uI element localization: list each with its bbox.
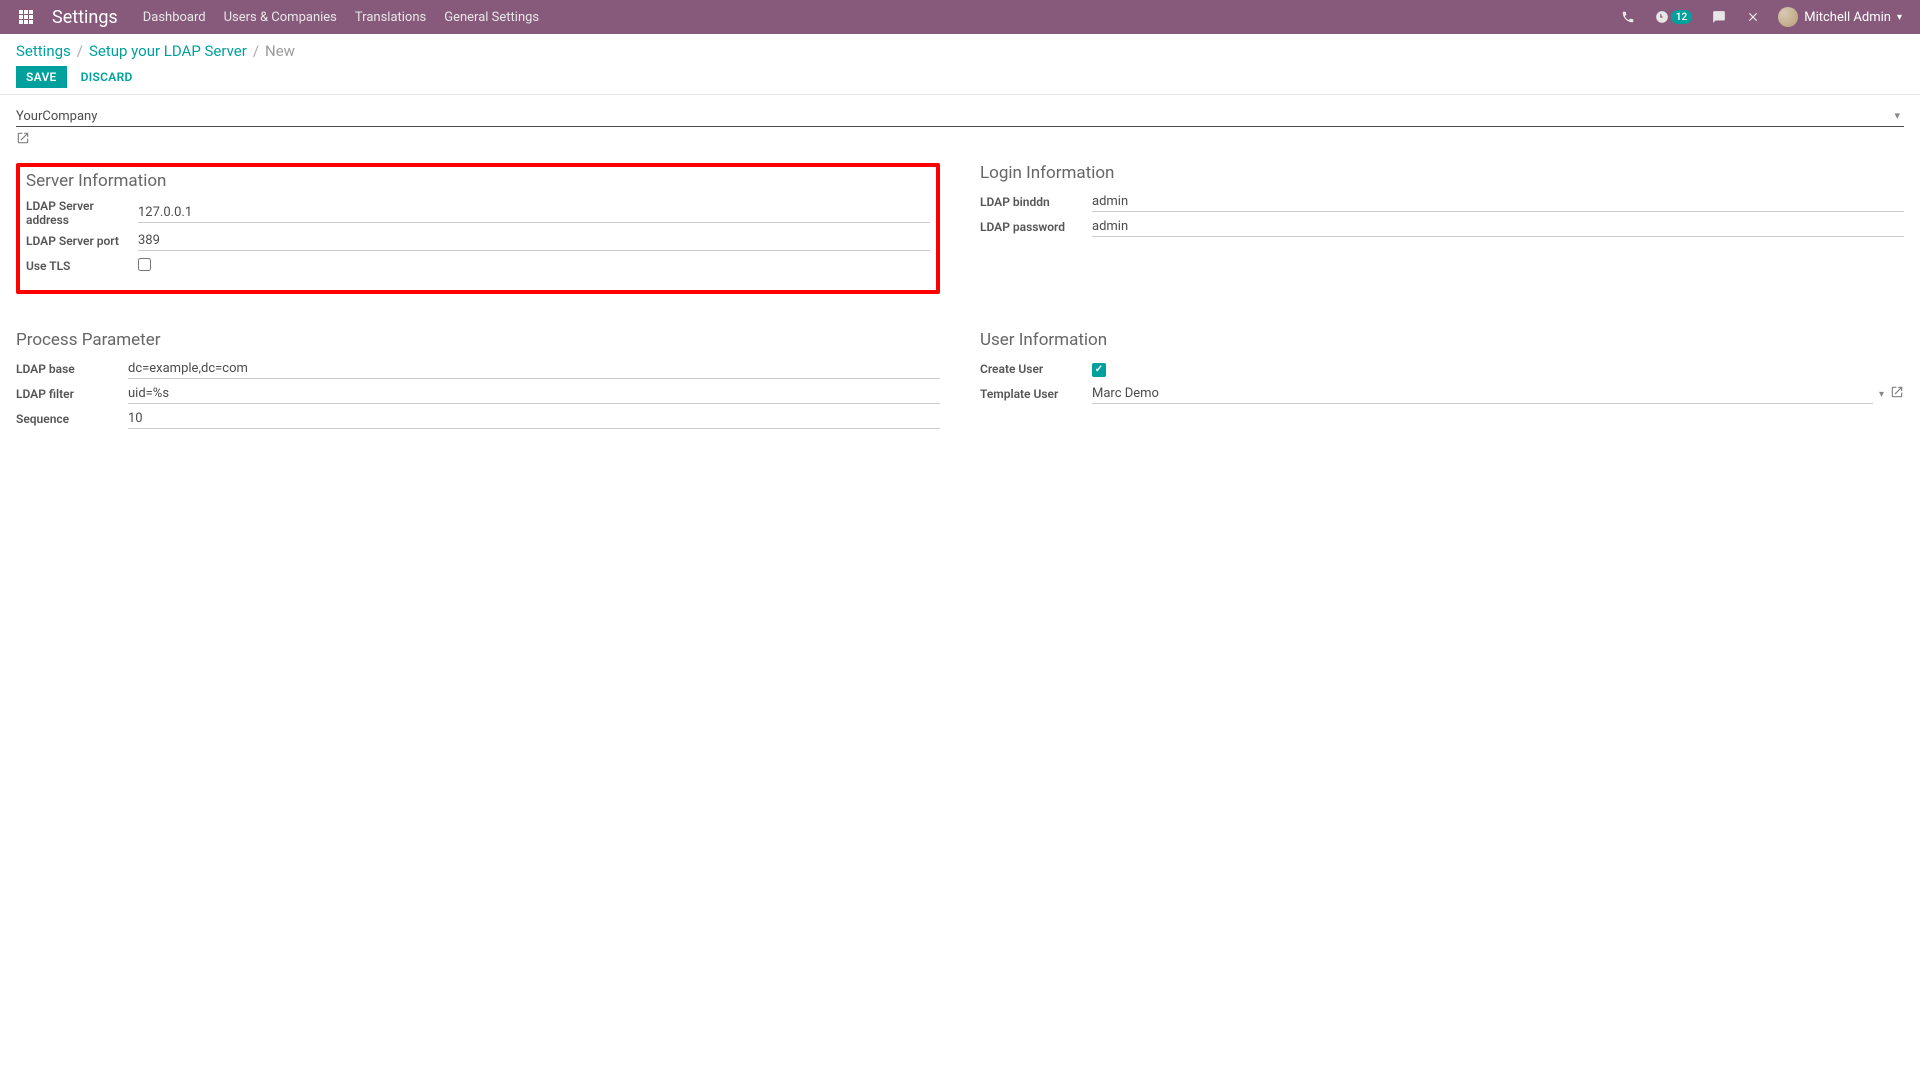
col-left-bottom: Process Parameter LDAP base LDAP filter … — [16, 330, 940, 433]
breadcrumb-sep: / — [77, 42, 83, 60]
navbar: Settings Dashboard Users & Companies Tra… — [0, 0, 1920, 34]
apps-icon[interactable] — [10, 9, 42, 25]
ldap-filter-label: LDAP filter — [16, 387, 128, 401]
top-columns: Server Information LDAP Server address L… — [16, 163, 1904, 308]
create-user-checkbox[interactable]: ✓ — [1092, 363, 1106, 377]
external-link-icon[interactable] — [1890, 385, 1904, 403]
breadcrumb-ldap[interactable]: Setup your LDAP Server — [89, 42, 247, 60]
caret-down-icon: ▾ — [1897, 12, 1902, 23]
ldap-password-label: LDAP password — [980, 220, 1092, 234]
use-tls-row: Use TLS — [26, 255, 930, 277]
ldap-port-input[interactable] — [138, 232, 930, 251]
save-button[interactable]: Save — [16, 66, 67, 88]
template-user-label: Template User — [980, 387, 1092, 401]
discard-button[interactable]: Discard — [73, 66, 141, 88]
server-info-group: Server Information LDAP Server address L… — [16, 163, 940, 294]
ldap-port-label: LDAP Server port — [26, 234, 138, 248]
server-info-title: Server Information — [26, 171, 930, 191]
ldap-binddn-label: LDAP binddn — [980, 195, 1092, 209]
col-left-top: Server Information LDAP Server address L… — [16, 163, 940, 308]
ldap-base-row: LDAP base — [16, 358, 940, 380]
ldap-address-row: LDAP Server address — [26, 199, 930, 227]
col-right-top: Login Information LDAP binddn LDAP passw… — [980, 163, 1904, 308]
chevron-down-icon[interactable]: ▾ — [1879, 389, 1884, 400]
close-icon[interactable] — [1736, 10, 1770, 24]
company-input[interactable] — [16, 107, 1904, 127]
template-user-row: Template User ▾ — [980, 383, 1904, 405]
sequence-input[interactable] — [128, 410, 940, 429]
buttons-row: Save Discard — [16, 66, 1904, 88]
ldap-base-label: LDAP base — [16, 362, 128, 376]
form-sheet: Server Information LDAP Server address L… — [0, 95, 1920, 457]
ldap-base-input[interactable] — [128, 360, 940, 379]
ldap-filter-input[interactable] — [128, 385, 940, 404]
activity-badge: 12 — [1671, 10, 1692, 24]
bottom-columns: Process Parameter LDAP base LDAP filter … — [16, 322, 1904, 433]
user-menu[interactable]: Mitchell Admin ▾ — [1770, 7, 1910, 27]
use-tls-checkbox[interactable] — [138, 258, 151, 271]
breadcrumb-sep: / — [253, 42, 259, 60]
breadcrumb: Settings / Setup your LDAP Server / New — [16, 42, 1904, 60]
ldap-binddn-input[interactable] — [1092, 193, 1904, 212]
breadcrumb-current: New — [265, 42, 295, 60]
external-link-icon[interactable] — [16, 131, 30, 149]
process-title: Process Parameter — [16, 330, 940, 350]
ldap-password-row: LDAP password — [980, 216, 1904, 238]
login-info-title: Login Information — [980, 163, 1904, 183]
navbar-right: 12 Mitchell Admin ▾ — [1611, 7, 1910, 27]
ldap-address-label: LDAP Server address — [26, 199, 138, 227]
ldap-address-input[interactable] — [138, 204, 930, 223]
use-tls-label: Use TLS — [26, 259, 138, 273]
nav-general-settings[interactable]: General Settings — [435, 10, 548, 25]
user-info-title: User Information — [980, 330, 1904, 350]
ldap-port-row: LDAP Server port — [26, 230, 930, 252]
activity-icon[interactable]: 12 — [1645, 10, 1702, 24]
company-field — [16, 107, 1904, 149]
nav-dashboard[interactable]: Dashboard — [134, 10, 215, 25]
messaging-icon[interactable] — [1702, 10, 1736, 24]
nav-users-companies[interactable]: Users & Companies — [215, 10, 346, 25]
ldap-password-input[interactable] — [1092, 218, 1904, 237]
avatar — [1778, 7, 1798, 27]
phone-icon[interactable] — [1611, 10, 1645, 24]
nav-translations[interactable]: Translations — [346, 10, 435, 25]
nav-links: Dashboard Users & Companies Translations… — [134, 10, 548, 25]
create-user-label: Create User — [980, 362, 1092, 376]
col-right-bottom: User Information Create User ✓ Template … — [980, 330, 1904, 433]
create-user-row: Create User ✓ — [980, 358, 1904, 380]
user-name: Mitchell Admin — [1804, 10, 1891, 25]
sequence-label: Sequence — [16, 412, 128, 426]
breadcrumb-settings[interactable]: Settings — [16, 42, 71, 60]
sequence-row: Sequence — [16, 408, 940, 430]
app-title[interactable]: Settings — [42, 7, 134, 28]
ldap-filter-row: LDAP filter — [16, 383, 940, 405]
template-user-input[interactable] — [1092, 385, 1873, 404]
ldap-binddn-row: LDAP binddn — [980, 191, 1904, 213]
control-panel: Settings / Setup your LDAP Server / New … — [0, 34, 1920, 95]
